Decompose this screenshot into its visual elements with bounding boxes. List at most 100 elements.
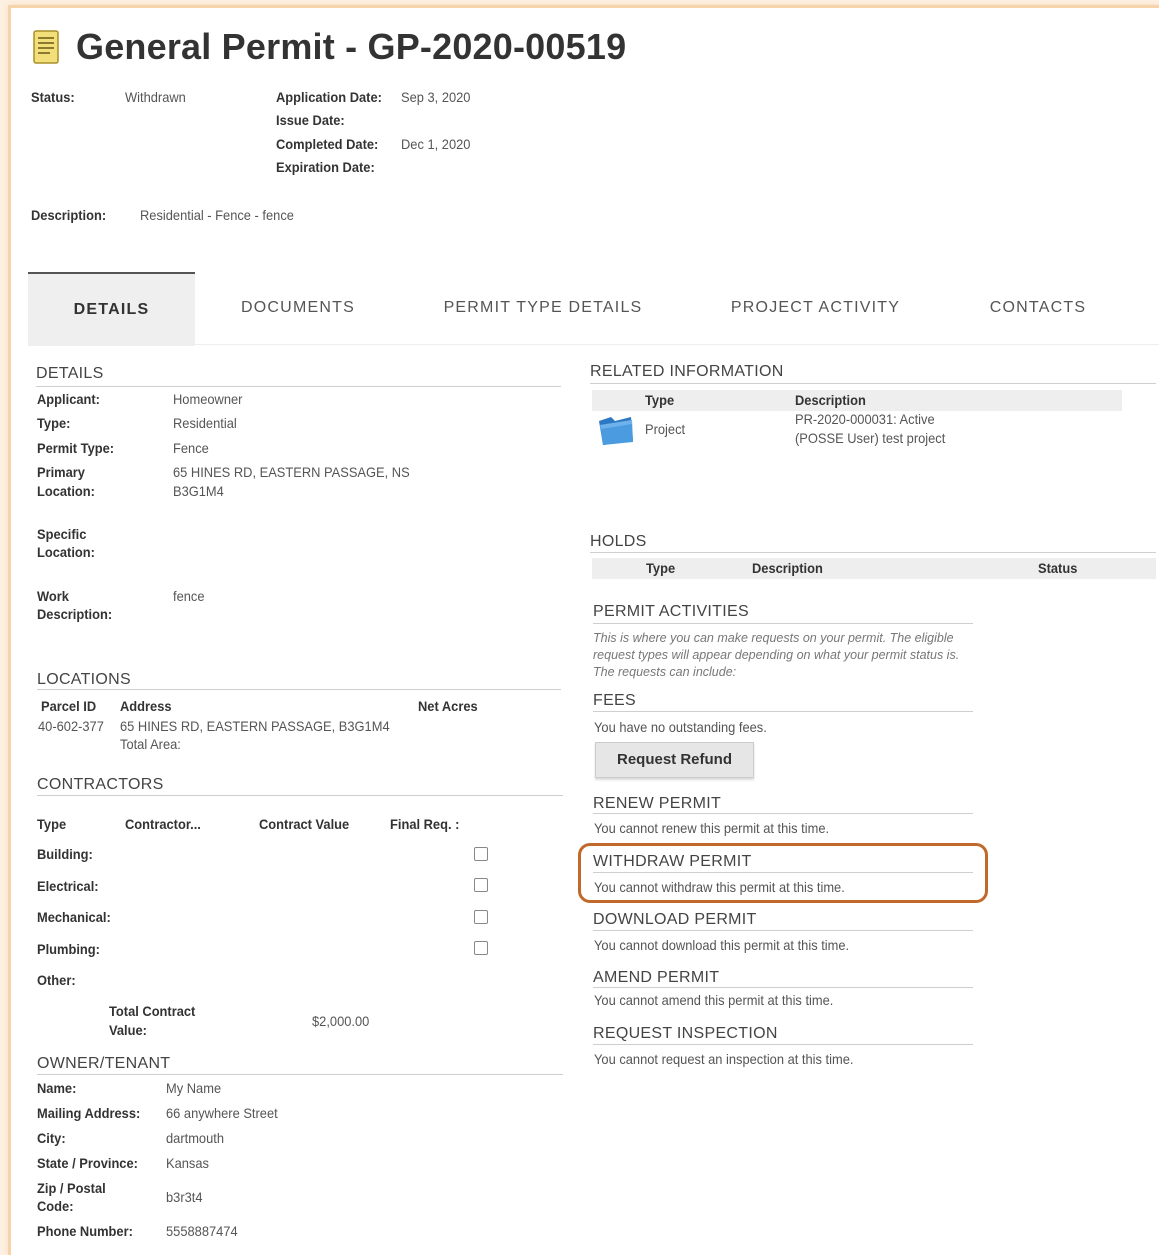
fees-heading: FEES: [593, 692, 636, 709]
owner-rule: [37, 1074, 563, 1075]
issue-date-label: Issue Date:: [276, 112, 345, 128]
tab-project-activity[interactable]: PROJECT ACTIVITY: [718, 272, 913, 344]
final-req-checkbox-mechanical[interactable]: [474, 910, 488, 924]
contractor-row-mechanical: Mechanical:: [37, 909, 111, 925]
holds-rule: [590, 552, 1156, 553]
owner-phone-value: 5558887474: [166, 1223, 238, 1239]
renew-permit-rule: [593, 813, 973, 814]
download-permit-heading: DOWNLOAD PERMIT: [593, 911, 757, 928]
amend-permit-rule: [593, 987, 973, 988]
owner-zip-label-2: Code:: [37, 1198, 74, 1214]
holds-col-description: Description: [752, 560, 823, 576]
application-date-label: Application Date:: [276, 89, 382, 105]
work-description-label-2: Description:: [37, 606, 113, 622]
total-contract-label-2: Value:: [109, 1022, 147, 1038]
withdraw-permit-heading: WITHDRAW PERMIT: [593, 853, 752, 870]
description-value: Residential - Fence - fence: [140, 207, 294, 223]
related-rule: [590, 383, 1156, 384]
final-req-checkbox-building[interactable]: [474, 847, 488, 861]
contractor-row-other: Other:: [37, 972, 76, 988]
holds-heading: HOLDS: [590, 533, 647, 550]
folder-icon: [599, 417, 633, 445]
request-inspection-rule: [593, 1044, 973, 1045]
status-value: Withdrawn: [125, 89, 186, 105]
primary-location-value-2: B3G1M4: [173, 483, 224, 499]
expiration-date-label: Expiration Date:: [276, 159, 375, 175]
related-row-type[interactable]: Project: [645, 421, 685, 437]
locations-col-parcel: Parcel ID: [41, 698, 97, 714]
permit-type-value: Fence: [173, 440, 209, 456]
contractor-row-plumbing: Plumbing:: [37, 941, 100, 957]
download-permit-text: You cannot download this permit at this …: [594, 937, 850, 953]
holds-col-status: Status: [1038, 560, 1078, 576]
primary-location-label-2: Location:: [37, 483, 95, 499]
owner-mailing-value: 66 anywhere Street: [166, 1105, 278, 1121]
application-date-value: Sep 3, 2020: [401, 89, 471, 105]
renew-permit-heading: RENEW PERMIT: [593, 795, 722, 812]
specific-location-label-1: Specific: [37, 526, 87, 542]
owner-state-label: State / Province:: [37, 1155, 138, 1171]
locations-rule: [37, 689, 561, 690]
document-icon: [33, 30, 59, 64]
fees-text: You have no outstanding fees.: [594, 719, 767, 735]
owner-zip-value: b3r3t4: [166, 1189, 203, 1205]
type-value: Residential: [173, 415, 237, 431]
owner-name-label: Name:: [37, 1080, 77, 1096]
applicant-label: Applicant:: [37, 391, 100, 407]
status-label: Status:: [31, 89, 75, 105]
details-heading: DETAILS: [36, 365, 104, 382]
amend-permit-heading: AMEND PERMIT: [593, 969, 720, 986]
contractor-row-building: Building:: [37, 846, 93, 862]
completed-date-label: Completed Date:: [276, 136, 379, 152]
parcel-id-value: 40-602-377: [38, 718, 104, 734]
withdraw-permit-rule: [593, 872, 973, 873]
related-heading: RELATED INFORMATION: [590, 363, 784, 380]
work-description-label-1: Work: [37, 588, 69, 604]
final-req-checkbox-electrical[interactable]: [474, 878, 488, 892]
permit-activities-heading: PERMIT ACTIVITIES: [593, 603, 749, 620]
contractors-col-contract-value: Contract Value: [259, 816, 350, 832]
withdraw-permit-text: You cannot withdraw this permit at this …: [594, 879, 845, 895]
contractors-col-contractor: Contractor...: [125, 816, 201, 832]
tab-details[interactable]: DETAILS: [28, 272, 195, 346]
related-row-description-2: (POSSE User) test project: [795, 430, 946, 446]
contractors-rule: [37, 795, 563, 796]
contractors-col-type: Type: [37, 816, 67, 832]
address-value: 65 HINES RD, EASTERN PASSAGE, B3G1M4: [120, 718, 390, 734]
owner-zip-label-1: Zip / Postal: [37, 1180, 106, 1196]
owner-city-label: City:: [37, 1130, 66, 1146]
request-inspection-heading: REQUEST INSPECTION: [593, 1025, 778, 1042]
request-refund-button[interactable]: Request Refund: [595, 742, 754, 778]
permit-activities-rule: [593, 623, 973, 624]
related-row-description-1[interactable]: PR-2020-000031: Active: [795, 411, 935, 427]
locations-heading: LOCATIONS: [37, 671, 131, 688]
description-label: Description:: [31, 207, 107, 223]
owner-state-value: Kansas: [166, 1155, 209, 1171]
tab-documents[interactable]: DOCUMENTS: [223, 272, 373, 344]
completed-date-value: Dec 1, 2020: [401, 136, 471, 152]
holds-col-type: Type: [646, 560, 676, 576]
type-label: Type:: [37, 415, 71, 431]
related-col-type: Type: [645, 392, 675, 408]
download-permit-rule: [593, 930, 973, 931]
tab-contacts[interactable]: CONTACTS: [983, 272, 1093, 344]
applicant-value: Homeowner: [173, 391, 243, 407]
locations-col-address: Address: [120, 698, 172, 714]
page-frame: [8, 5, 1159, 1255]
total-contract-value: $2,000.00: [312, 1013, 370, 1029]
contractors-heading: CONTRACTORS: [37, 776, 164, 793]
tab-bar: DETAILS DOCUMENTS PERMIT TYPE DETAILS PR…: [28, 272, 1159, 346]
permit-type-label: Permit Type:: [37, 440, 115, 456]
page-title: General Permit - GP-2020-00519: [76, 26, 627, 67]
amend-permit-text: You cannot amend this permit at this tim…: [594, 992, 834, 1008]
details-rule: [36, 386, 561, 387]
total-contract-label-1: Total Contract: [109, 1003, 196, 1019]
final-req-checkbox-plumbing[interactable]: [474, 941, 488, 955]
tab-permit-type-details[interactable]: PERMIT TYPE DETAILS: [433, 272, 653, 344]
renew-permit-text: You cannot renew this permit at this tim…: [594, 820, 830, 836]
contractor-row-electrical: Electrical:: [37, 878, 99, 894]
owner-phone-label: Phone Number:: [37, 1223, 133, 1239]
primary-location-value-1: 65 HINES RD, EASTERN PASSAGE, NS: [173, 464, 410, 480]
specific-location-label-2: Location:: [37, 544, 95, 560]
total-area-label: Total Area:: [120, 736, 181, 752]
